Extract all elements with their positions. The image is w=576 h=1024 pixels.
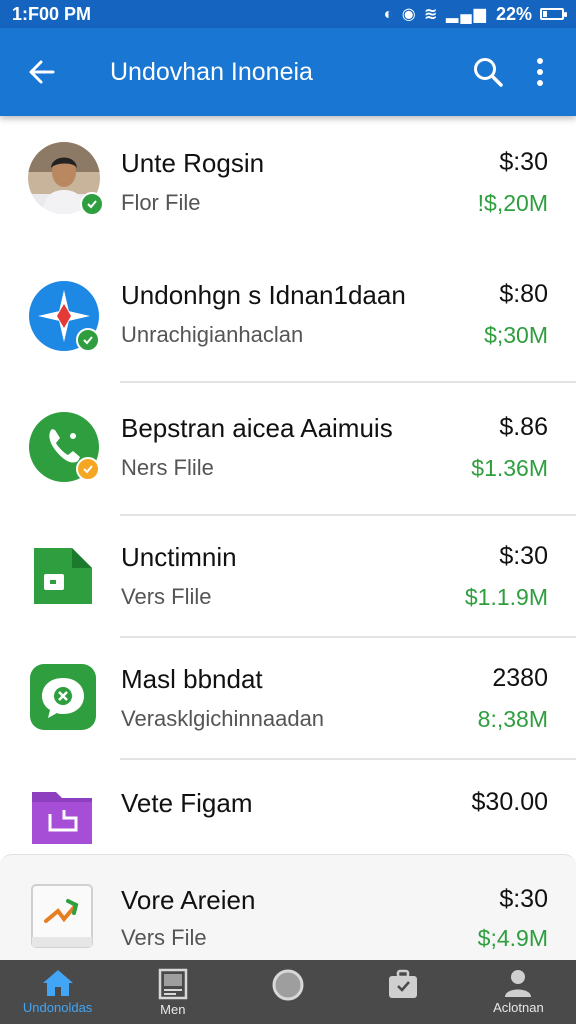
item-price: $:30 [499, 148, 548, 176]
battery-fill [543, 11, 547, 17]
home-icon [42, 970, 73, 996]
nav-documents[interactable]: Men [115, 960, 230, 1024]
item-price: $30.00 [471, 788, 548, 816]
list-item[interactable]: Undonhgn s Idnan1daan Unrachigianhaclan … [0, 246, 576, 381]
green-file-icon [28, 540, 100, 612]
item-subtitle: Verasklgichinnaadan [121, 706, 325, 731]
nav-label: Men [160, 1002, 186, 1017]
divider [120, 636, 576, 638]
person-icon [505, 970, 532, 997]
verified-check-icon [76, 457, 100, 481]
compass-app-icon [28, 280, 100, 352]
item-size: $1.36M [471, 455, 548, 481]
item-title: Bepstran aicea Aaimuis [121, 413, 393, 443]
item-price: $:30 [499, 542, 548, 570]
item-title: Masl bbndat [121, 664, 263, 694]
bottom-navigation: Undonoldas Men Aclotnan [0, 960, 576, 1024]
user-avatar [28, 142, 104, 216]
page-title: Undovhan Inoneia [110, 57, 313, 86]
item-size: $1.1.9M [464, 584, 548, 610]
item-price: $:30 [499, 885, 548, 913]
item-size: 8:,38M [477, 706, 548, 732]
item-subtitle: Vers Flile [121, 584, 212, 609]
item-size: !$,20M [477, 190, 548, 216]
item-price: $:80 [499, 280, 548, 308]
item-subtitle: Flor File [121, 190, 201, 215]
signal-icons: ◐ ◉ ≋ ▂▄▆ [383, 6, 488, 23]
item-subtitle: Vers File [121, 925, 207, 950]
nav-label: Undonoldas [22, 1000, 93, 1015]
document-icon [158, 968, 188, 1000]
divider [120, 758, 576, 760]
more-vert-icon [537, 58, 543, 86]
verified-check-icon [76, 328, 100, 352]
item-title: Unte Rogsin [121, 148, 265, 178]
item-title: Unctimnin [121, 542, 237, 572]
nav-circle[interactable] [230, 960, 345, 1024]
status-icons: ◐ ◉ ≋ ▂▄▆ 22% [383, 3, 567, 25]
list-item[interactable]: Unctimnin Vers Flile $:30 $1.1.9M [0, 514, 576, 636]
verified-check-icon [80, 192, 104, 216]
status-bar: 1:F00 PM ◐ ◉ ≋ ▂▄▆ 22% [0, 0, 576, 28]
nav-label: Aclotnan [493, 1000, 544, 1015]
item-title: Vore Areien [121, 885, 256, 915]
divider [120, 381, 576, 383]
list-item[interactable]: Vete Figam $30.00 [0, 758, 576, 854]
arrow-left-icon [29, 60, 55, 84]
purple-folder-icon [28, 780, 100, 852]
nav-account[interactable]: Aclotnan [461, 960, 576, 1024]
app-bar: Undovhan Inoneia [0, 28, 576, 116]
item-title: Vete Figam [121, 788, 253, 818]
more-options-button[interactable] [514, 42, 566, 102]
nav-work[interactable] [346, 960, 461, 1024]
item-price: 2380 [492, 664, 548, 692]
whiteboard-app-icon [28, 881, 100, 953]
briefcase-icon [389, 969, 418, 998]
list-item[interactable]: Bepstran aicea Aaimuis Ners Flile $.86 $… [0, 381, 576, 514]
divider [120, 514, 576, 516]
search-icon [474, 58, 503, 87]
item-subtitle: Unrachigianhaclan [121, 322, 304, 347]
list-item[interactable]: Vore Areien Vers File $:30 $;4.9M [0, 854, 576, 960]
search-button[interactable] [462, 42, 514, 102]
item-size: $;4.9M [477, 925, 548, 951]
status-time: 1:F00 PM [12, 3, 92, 24]
app-list: Unte Rogsin Flor File $:30 !$,20M Undonh… [0, 116, 576, 960]
battery-icon [540, 8, 567, 20]
back-button[interactable] [10, 40, 74, 104]
nav-home[interactable]: Undonoldas [0, 960, 115, 1024]
circle-icon [272, 969, 304, 1001]
item-subtitle: Ners Flile [121, 455, 214, 480]
item-size: $;30M [484, 322, 548, 348]
item-title: Undonhgn s Idnan1daan [121, 280, 406, 310]
chat-app-icon [28, 662, 100, 734]
list-item[interactable]: Unte Rogsin Flor File $:30 !$,20M [0, 116, 576, 246]
phone-app-icon [28, 411, 100, 483]
list-item[interactable]: Masl bbndat Verasklgichinnaadan 2380 8:,… [0, 636, 576, 758]
battery-percent: 22% [495, 3, 532, 24]
item-price: $.86 [499, 413, 548, 441]
